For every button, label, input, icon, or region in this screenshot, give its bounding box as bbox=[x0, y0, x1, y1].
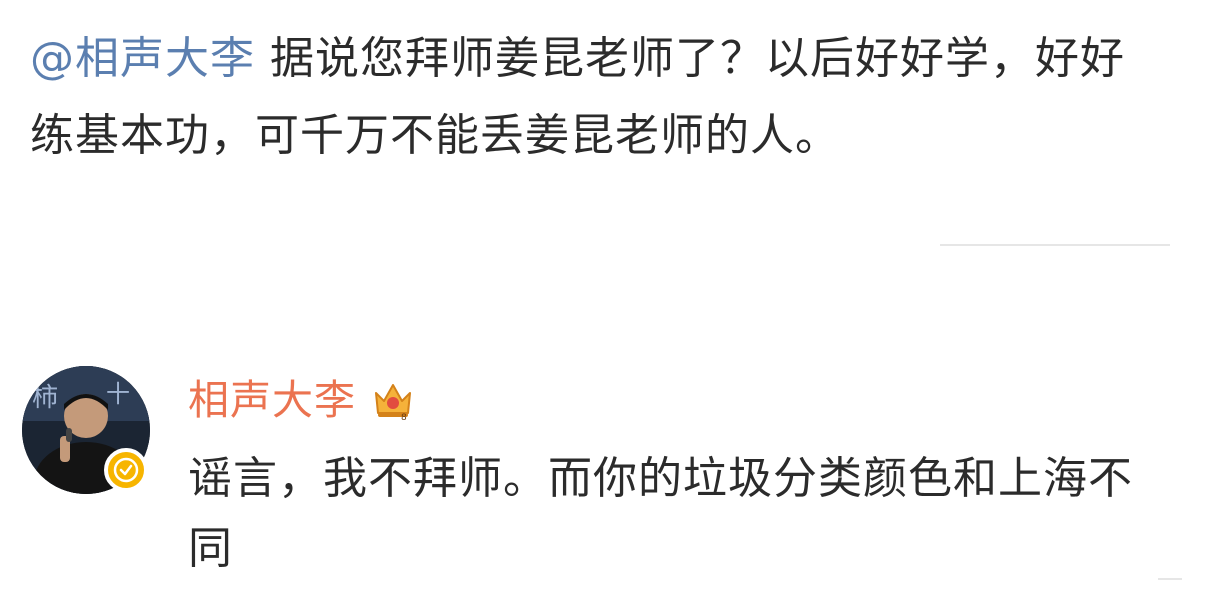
reply-author-label[interactable]: 相声大李 bbox=[188, 370, 356, 430]
faint-divider-bottom bbox=[1158, 578, 1182, 580]
svg-text:8: 8 bbox=[401, 413, 408, 423]
comment-text: @相声大李 据说您拜师姜昆老师了？以后好好学，好好练基本功，可千万不能丢姜昆老师… bbox=[30, 20, 1150, 174]
svg-text:柿: 柿 bbox=[32, 383, 58, 413]
mention-link[interactable]: @相声大李 bbox=[30, 33, 255, 84]
faint-divider bbox=[940, 244, 1170, 246]
svg-text:十: 十 bbox=[106, 380, 130, 408]
reply-author-name[interactable]: 相声大李 8 bbox=[188, 370, 416, 430]
reply-card: 柿 十 相声大李 8 谣言，我不拜师。而你的垃圾分类颜色和上海不同 bbox=[22, 362, 1192, 582]
verified-badge-icon bbox=[104, 448, 148, 492]
crown-icon: 8 bbox=[370, 377, 416, 423]
reply-text: 谣言，我不拜师。而你的垃圾分类颜色和上海不同 bbox=[188, 453, 1133, 574]
